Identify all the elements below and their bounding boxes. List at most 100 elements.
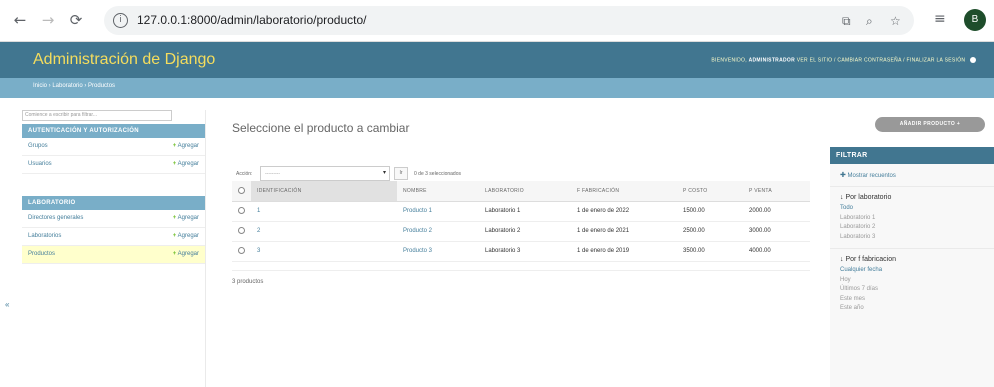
action-label: Acción: (236, 171, 253, 177)
cell-venta: 3000.00 (743, 221, 810, 242)
show-counts-link[interactable]: ✚ Mostrar recuentos (830, 164, 994, 186)
model-link[interactable]: Directores generales (28, 215, 83, 221)
plus-icon: + (172, 143, 177, 149)
welcome-text: BIENVENIDO, (711, 57, 747, 64)
cell-venta: 4000.00 (743, 241, 810, 262)
cell-venta: 2000.00 (743, 201, 810, 222)
filter-option[interactable]: Laboratorio 2 (840, 223, 984, 233)
sidebar-item-laboratorios[interactable]: Laboratorios + Agregar (22, 228, 205, 246)
filter-option[interactable]: Este año (840, 304, 984, 314)
filter-option[interactable]: Hoy (840, 276, 984, 286)
filter-option[interactable]: Todo (840, 204, 984, 214)
filter-option[interactable]: Este mes (840, 295, 984, 305)
add-link[interactable]: + Agregar (173, 215, 199, 221)
username: ADMINISTRADOR (748, 57, 796, 64)
sidebar-item-productos[interactable]: Productos + Agregar (22, 246, 205, 264)
user-tools: BIENVENIDO, ADMINISTRADOR VER EL SITIO /… (711, 57, 976, 63)
plus-icon: + (172, 233, 177, 239)
changelist-filter: FILTRAR ✚ Mostrar recuentos ↓ Por labora… (830, 147, 994, 387)
chevron-down-icon: ▾ (382, 169, 386, 176)
add-product-button[interactable]: AÑADIR PRODUCTO + (875, 117, 985, 132)
site-brand[interactable]: Administración de Django (33, 51, 215, 69)
zoom-icon[interactable]: ⌕ (866, 14, 873, 29)
cell-fecha: 1 de enero de 2022 (571, 201, 677, 222)
sidebar-item-usuarios[interactable]: Usuarios + Agregar (22, 156, 205, 174)
column-header[interactable]: LABORATORIO (479, 181, 571, 202)
add-link[interactable]: + Agregar (173, 161, 199, 167)
cell-fecha: 1 de enero de 2021 (571, 221, 677, 242)
add-link[interactable]: + Agregar (173, 233, 199, 239)
paginator: 3 productos (232, 270, 810, 285)
row-id-link[interactable]: 1 (251, 201, 397, 222)
model-link[interactable]: Productos (28, 251, 55, 257)
sidebar-item-grupos[interactable]: Grupos + Agregar (22, 138, 205, 156)
forward-button[interactable]: → (38, 10, 58, 30)
add-link[interactable]: + Agregar (173, 251, 199, 257)
filter-option[interactable]: Últimos 7 días (840, 285, 984, 295)
sidebar-item-directores[interactable]: Directores generales + Agregar (22, 210, 205, 228)
go-button[interactable]: Ir (394, 167, 408, 180)
row-checkbox[interactable] (232, 241, 251, 262)
column-header[interactable]: F FABRICACIÓN (571, 181, 677, 202)
column-header[interactable]: NOMBRE (397, 181, 479, 202)
plus-icon: + (172, 161, 177, 167)
row-checkbox[interactable] (232, 221, 251, 242)
plus-icon: + (172, 215, 177, 221)
selected-count: 0 de 3 seleccionados (414, 171, 461, 177)
sidebar-filter-input[interactable]: Comience a escribir para filtrar... (22, 110, 172, 121)
app-caption-laboratorio[interactable]: LABORATORIO (22, 196, 205, 210)
theme-toggle-icon[interactable] (970, 57, 976, 63)
breadcrumb[interactable]: Inicio › Laboratorio › Productos (0, 78, 994, 98)
user-links[interactable]: VER EL SITIO / CAMBIAR CONTRASEÑA / FINA… (797, 57, 966, 63)
cell-laboratorio: Laboratorio 2 (479, 221, 571, 242)
tab-search-icon[interactable]: ≡ (934, 11, 946, 27)
filter-group-title[interactable]: ↓ Por laboratorio (830, 186, 994, 204)
filter-title: FILTRAR (830, 147, 994, 164)
translate-icon[interactable]: ⧉ (842, 14, 851, 29)
cell-laboratorio: Laboratorio 3 (479, 241, 571, 262)
back-button[interactable]: ← (10, 10, 30, 30)
cell-costo: 3500.00 (677, 241, 743, 262)
filter-option[interactable]: Cualquier fecha (840, 266, 984, 276)
plus-icon: ✚ (840, 172, 846, 179)
model-link[interactable]: Grupos (28, 143, 48, 149)
model-link[interactable]: Usuarios (28, 161, 52, 167)
table-row: 2 Producto 2 Laboratorio 2 1 de enero de… (232, 221, 810, 242)
plus-icon: + (172, 251, 177, 257)
url-text[interactable]: 127.0.0.1:8000/admin/laboratorio/product… (137, 13, 367, 27)
row-id-link[interactable]: 3 (251, 241, 397, 262)
cell-fecha: 1 de enero de 2019 (571, 241, 677, 262)
action-select[interactable]: --------- ▾ (260, 166, 390, 181)
nav-sidebar: Comience a escribir para filtrar... AUTE… (22, 110, 206, 387)
column-header[interactable]: P COSTO (677, 181, 743, 202)
page-title: Seleccione el producto a cambiar (232, 121, 410, 135)
bookmark-star-icon[interactable]: ☆ (890, 14, 901, 28)
filter-list: Cualquier fecha Hoy Últimos 7 días Este … (830, 266, 994, 314)
select-all-checkbox[interactable] (232, 181, 251, 202)
cell-costo: 2500.00 (677, 221, 743, 242)
column-header[interactable]: P VENTA (743, 181, 810, 202)
site-info-icon[interactable]: i (113, 13, 128, 28)
sidebar-toggle-button[interactable]: « (5, 300, 9, 309)
cell-nombre: Producto 1 (397, 201, 479, 222)
cell-costo: 1500.00 (677, 201, 743, 222)
filter-group-title[interactable]: ↓ Por f fabricacion (830, 248, 994, 266)
reload-button[interactable]: ⟳ (66, 10, 86, 30)
browser-toolbar: ← → ⟳ i 127.0.0.1:8000/admin/laboratorio… (0, 0, 994, 42)
table-header-row: IDENTIFICACIÓN NOMBRE LABORATORIO F FABR… (232, 181, 810, 202)
row-id-link[interactable]: 2 (251, 221, 397, 242)
row-checkbox[interactable] (232, 201, 251, 222)
filter-option[interactable]: Laboratorio 3 (840, 233, 984, 243)
column-header[interactable]: IDENTIFICACIÓN (251, 181, 397, 202)
add-link[interactable]: + Agregar (173, 143, 199, 149)
profile-avatar[interactable]: B (964, 9, 986, 31)
cell-nombre: Producto 2 (397, 221, 479, 242)
filter-option[interactable]: Laboratorio 1 (840, 214, 984, 224)
admin-header: Administración de Django BIENVENIDO, ADM… (0, 42, 994, 78)
model-link[interactable]: Laboratorios (28, 233, 61, 239)
filter-list: Todo Laboratorio 1 Laboratorio 2 Laborat… (830, 204, 994, 242)
table-row: 3 Producto 3 Laboratorio 3 1 de enero de… (232, 241, 810, 262)
app-caption-auth[interactable]: AUTENTICACIÓN Y AUTORIZACIÓN (22, 124, 205, 138)
results-table: IDENTIFICACIÓN NOMBRE LABORATORIO F FABR… (232, 181, 810, 262)
address-bar[interactable]: i 127.0.0.1:8000/admin/laboratorio/produ… (104, 6, 914, 35)
